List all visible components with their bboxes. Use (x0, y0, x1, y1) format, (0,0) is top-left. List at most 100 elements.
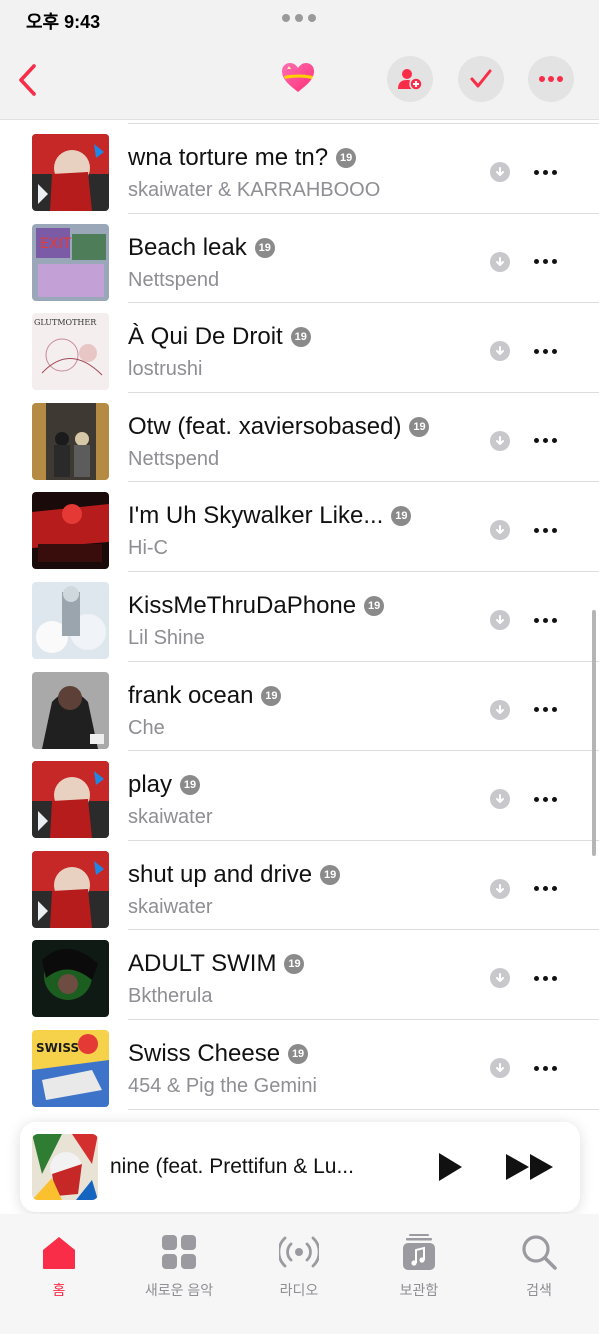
album-artwork[interactable] (32, 940, 109, 1018)
track-row[interactable]: GLUTMOTHER À Qui De Droit 19 lostrushi (0, 303, 599, 393)
svg-text:GLUTMOTHER: GLUTMOTHER (34, 318, 97, 327)
ellipsis-icon (539, 76, 563, 82)
track-title: Swiss Cheese (128, 1040, 281, 1067)
age-rating-badge: 19 (320, 864, 341, 885)
download-button[interactable] (490, 430, 510, 451)
download-arrow-icon (496, 615, 504, 624)
fast-forward-button[interactable] (504, 1150, 556, 1184)
track-more-button[interactable] (530, 429, 560, 453)
svg-text:SWISS: SWISS (36, 1041, 79, 1055)
tab-home[interactable]: 홈 (4, 1232, 114, 1312)
track-more-button[interactable] (530, 160, 560, 184)
download-button[interactable] (490, 968, 510, 989)
download-button[interactable] (490, 251, 510, 272)
track-row[interactable]: KissMeThruDaPhone 19 Lil Shine (0, 572, 599, 662)
track-list[interactable]: wna torture me tn? 19 skaiwater & KARRAH… (0, 120, 599, 1120)
tab-new-music[interactable]: 새로운 음악 (124, 1232, 234, 1312)
track-artist: skaiwater (128, 806, 213, 829)
track-row[interactable]: play 19 skaiwater (0, 751, 599, 841)
track-title: KissMeThruDaPhone (128, 592, 357, 619)
download-button[interactable] (490, 162, 510, 182)
album-artwork[interactable] (32, 671, 109, 749)
download-button[interactable] (490, 789, 510, 810)
more-options-button[interactable] (528, 56, 574, 102)
mini-player[interactable]: nine (feat. Prettifun & Lu... (20, 1122, 580, 1212)
status-bar: 오후 9:43 (0, 0, 599, 38)
download-button[interactable] (490, 878, 510, 899)
now-playing-title[interactable]: nine (feat. Prettifun & Lu... (110, 1155, 410, 1179)
track-more-button[interactable] (530, 877, 560, 901)
download-arrow-icon (496, 525, 504, 535)
fast-forward-icon (506, 1154, 553, 1180)
album-artwork[interactable] (32, 582, 109, 659)
navigation-bar (0, 38, 599, 120)
track-artist: Che (128, 716, 165, 739)
track-row[interactable]: frank ocean 19 Che (0, 662, 599, 752)
tab-radio[interactable]: 라디오 (244, 1232, 354, 1312)
album-artwork[interactable]: SWISS (32, 1030, 109, 1107)
track-title-row: shut up and drive 19 (128, 861, 341, 889)
add-person-button[interactable] (387, 56, 433, 102)
album-artwork[interactable] (32, 402, 109, 480)
track-more-button[interactable] (530, 608, 560, 632)
search-icon (522, 1235, 557, 1270)
add-person-icon (398, 69, 423, 91)
track-artist: Nettspend (128, 268, 220, 291)
scrollbar[interactable] (592, 610, 596, 856)
track-row[interactable]: SWISS Swiss Cheese 19 454 & Pig the Gemi… (0, 1020, 599, 1110)
download-arrow-icon (496, 794, 504, 804)
album-artwork[interactable] (32, 134, 109, 211)
play-icon (439, 1153, 462, 1181)
track-artist: 454 & Pig the Gemini (128, 1075, 317, 1097)
multitasking-dots-icon[interactable] (282, 14, 316, 22)
track-row[interactable]: Otw (feat. xaviersobased) 19 Nettspend (0, 393, 599, 483)
download-button[interactable] (490, 341, 510, 362)
download-button[interactable] (490, 699, 510, 720)
album-artwork[interactable]: GLUTMOTHER (32, 313, 109, 391)
playlist-heart-icon (282, 63, 314, 92)
age-rating-badge: 19 (336, 148, 357, 168)
track-title: play (128, 771, 173, 799)
album-artwork[interactable] (32, 761, 109, 839)
track-more-button[interactable] (530, 966, 560, 990)
track-more-button[interactable] (530, 1056, 560, 1080)
track-row[interactable]: wna torture me tn? 19 skaiwater & KARRAH… (0, 124, 599, 214)
age-rating-badge: 19 (284, 954, 305, 975)
album-artwork[interactable]: EXIT (32, 223, 109, 301)
track-more-button[interactable] (530, 250, 560, 274)
track-more-button[interactable] (530, 518, 560, 542)
track-title-row: À Qui De Droit 19 (128, 323, 311, 351)
chevron-left-icon (19, 64, 36, 96)
download-arrow-icon (496, 883, 504, 893)
download-button[interactable] (490, 610, 510, 630)
download-arrow-icon (496, 167, 504, 176)
back-button[interactable] (12, 60, 42, 100)
divider (128, 1108, 599, 1110)
track-row[interactable]: EXIT Beach leak 19 Nettspend (0, 214, 599, 304)
status-time: 오후 9:43 (26, 12, 101, 32)
tab-library[interactable]: 보관함 (364, 1232, 474, 1312)
download-button[interactable] (490, 1058, 510, 1078)
tab-label: 보관함 (399, 1282, 439, 1298)
added-check-button[interactable] (458, 56, 504, 102)
track-more-button[interactable] (530, 698, 560, 722)
download-arrow-icon (496, 704, 504, 714)
album-artwork[interactable] (32, 850, 109, 928)
track-title-row: play 19 (128, 771, 201, 799)
download-button[interactable] (490, 520, 510, 541)
album-artwork[interactable] (32, 492, 109, 570)
track-artist: Hi-C (128, 537, 168, 560)
track-more-button[interactable] (530, 787, 560, 811)
age-rating-badge: 19 (290, 327, 311, 348)
track-title: Beach leak (128, 233, 247, 261)
track-row[interactable]: ADULT SWIM 19 Bktherula (0, 930, 599, 1020)
play-button[interactable] (432, 1150, 466, 1184)
track-row[interactable]: I'm Uh Skywalker Like... 19 Hi-C (0, 482, 599, 572)
track-title-row: ADULT SWIM 19 (128, 950, 305, 978)
checkmark-icon (470, 69, 492, 88)
age-rating-badge: 19 (254, 237, 275, 258)
track-row[interactable]: shut up and drive 19 skaiwater (0, 841, 599, 931)
tab-search[interactable]: 검색 (484, 1232, 594, 1312)
tab-label: 홈 (52, 1282, 66, 1298)
track-more-button[interactable] (530, 339, 560, 363)
